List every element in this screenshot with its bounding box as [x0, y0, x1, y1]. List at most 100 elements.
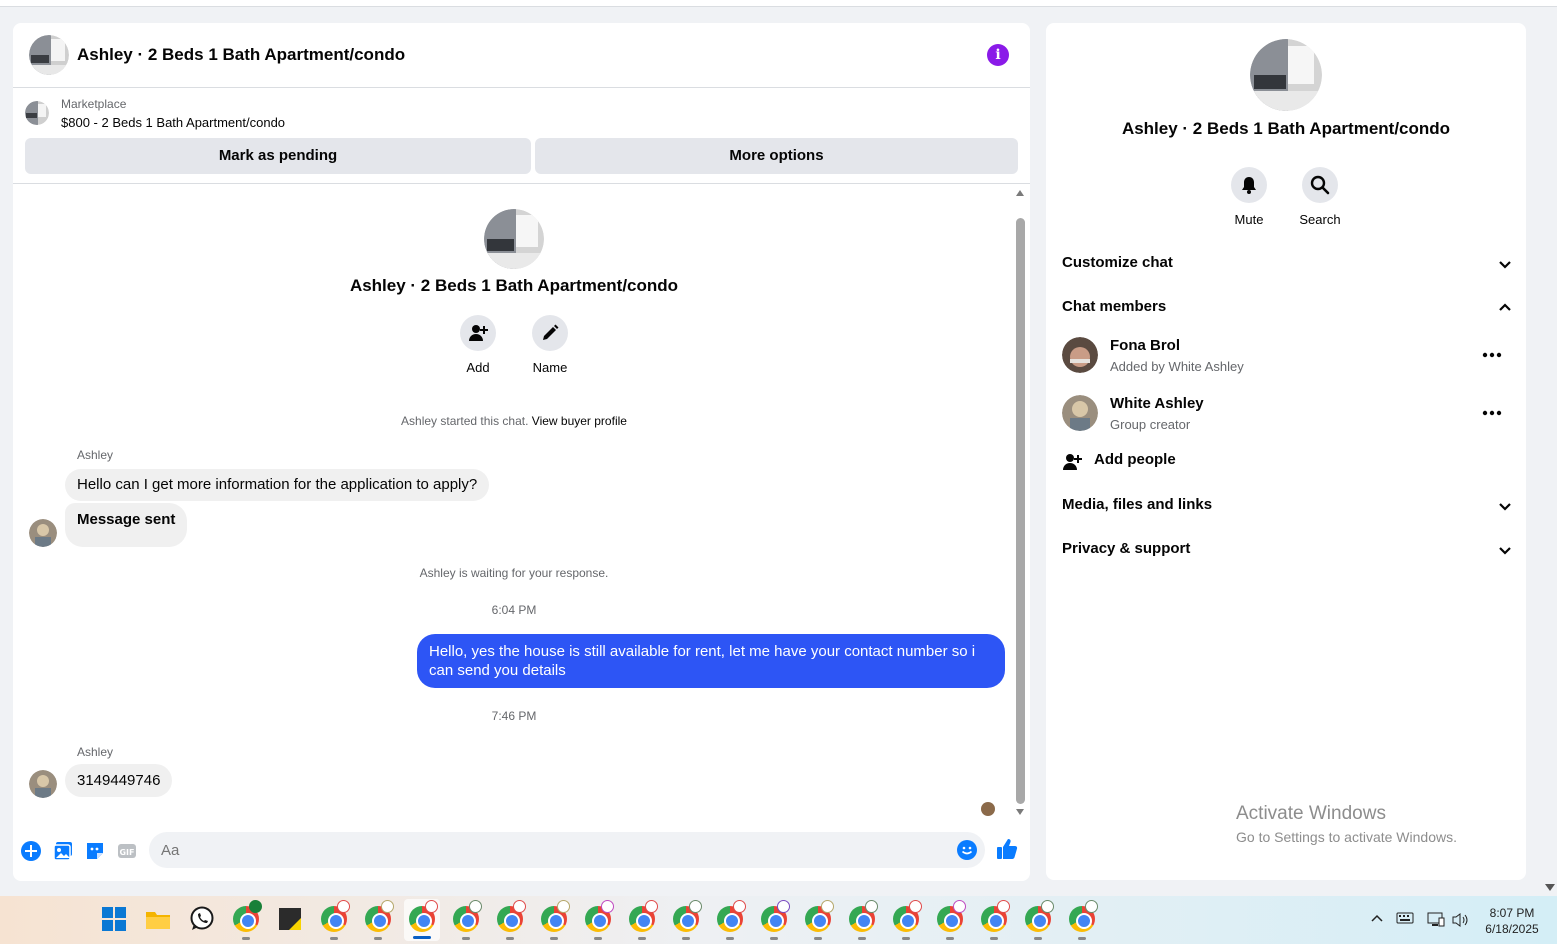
chrome-icon[interactable] — [453, 900, 482, 940]
chrome-icon[interactable] — [321, 900, 350, 940]
chevron-up-icon — [1499, 303, 1511, 311]
customize-chat-section[interactable]: Customize chat — [1062, 254, 1512, 271]
read-receipt-avatar — [981, 802, 995, 816]
privacy-support-section[interactable]: Privacy & support — [1062, 540, 1512, 557]
windows-start-icon[interactable] — [101, 906, 127, 932]
chrome-icon[interactable] — [541, 900, 570, 940]
chrome-icon[interactable] — [233, 900, 262, 940]
listing-title[interactable]: $800 - 2 Beds 1 Bath Apartment/condo — [61, 115, 285, 130]
divider — [13, 183, 1030, 184]
plus-icon[interactable] — [20, 840, 42, 862]
media-files-section[interactable]: Media, files and links — [1062, 496, 1512, 513]
mute-action[interactable]: Mute — [1219, 167, 1279, 227]
thumbs-up-icon[interactable] — [996, 838, 1018, 860]
chrome-icon[interactable] — [629, 900, 658, 940]
active-app-indicator — [413, 936, 431, 939]
chrome-icon[interactable] — [365, 900, 394, 940]
started-text: Ashley started this chat. — [401, 414, 529, 428]
add-person-icon[interactable] — [460, 315, 496, 351]
scroll-up-arrow[interactable] — [1016, 190, 1024, 196]
more-icon[interactable] — [1482, 341, 1502, 364]
listing-thumbnail[interactable] — [25, 101, 49, 125]
keyboard-icon[interactable] — [1396, 912, 1414, 924]
chrome-icon[interactable] — [409, 900, 438, 932]
gif-icon[interactable]: GIF — [116, 840, 138, 862]
add-person-icon[interactable] — [1062, 452, 1082, 472]
chrome-icon[interactable] — [893, 900, 922, 940]
group-avatar — [484, 209, 544, 269]
chat-panel: Ashley · 2 Beds 1 Bath Apartment/condo i… — [13, 23, 1030, 881]
more-icon[interactable] — [1482, 399, 1502, 422]
message-sent-bubble[interactable]: Message sent — [65, 503, 188, 547]
chat-avatar[interactable] — [29, 35, 69, 75]
emoji-icon[interactable] — [957, 840, 977, 860]
whatsapp-icon[interactable] — [189, 906, 215, 932]
chevron-up-icon[interactable] — [1370, 912, 1384, 924]
chat-members-label: Chat members — [1062, 298, 1167, 315]
incoming-message[interactable]: 3149449746 — [65, 764, 173, 797]
waiting-notice: Ashley is waiting for your response. — [419, 566, 609, 580]
browser-top-edge — [0, 0, 1557, 7]
ashley-avatar[interactable] — [29, 770, 57, 798]
search-icon[interactable] — [1302, 167, 1338, 203]
scrollbar-thumb[interactable] — [1016, 218, 1025, 804]
volume-icon[interactable] — [1452, 912, 1470, 928]
details-panel: Ashley · 2 Beds 1 Bath Apartment/condo M… — [1046, 23, 1526, 880]
chrome-icon[interactable] — [497, 900, 526, 940]
chat-members-section[interactable]: Chat members — [1062, 298, 1512, 315]
chat-started-notice: Ashley started this chat. View buyer pro… — [13, 414, 1015, 428]
sender-name: Ashley — [77, 745, 114, 759]
more-options-button[interactable]: More options — [535, 138, 1018, 174]
member-avatar[interactable] — [1062, 395, 1098, 431]
scroll-down-arrow[interactable] — [1016, 809, 1024, 815]
incoming-message[interactable]: Hello can I get more information for the… — [65, 469, 490, 501]
activate-windows-subtitle: Go to Settings to activate Windows. — [1236, 829, 1457, 845]
message-input[interactable] — [149, 832, 985, 868]
chrome-icon[interactable] — [1069, 900, 1098, 940]
network-icon[interactable] — [1427, 912, 1445, 928]
customize-chat-label: Customize chat — [1062, 254, 1173, 271]
page-scroll-down-arrow[interactable] — [1545, 884, 1555, 891]
conversation-title: Ashley · 2 Beds 1 Bath Apartment/condo — [349, 276, 679, 295]
pencil-icon[interactable] — [532, 315, 568, 351]
chat-title[interactable]: Ashley · 2 Beds 1 Bath Apartment/condo — [77, 45, 405, 65]
chrome-icon[interactable] — [981, 900, 1010, 940]
ashley-avatar[interactable] — [29, 519, 57, 547]
chrome-icon[interactable] — [585, 900, 614, 940]
bell-icon[interactable] — [1231, 167, 1267, 203]
add-label: Add — [466, 360, 490, 375]
info-icon[interactable]: i — [987, 44, 1009, 66]
sticky-notes-icon[interactable] — [277, 906, 303, 932]
chrome-icon[interactable] — [805, 900, 834, 940]
member-role: Added by White Ashley — [1110, 359, 1244, 374]
outgoing-message[interactable]: Hello, yes the house is still available … — [417, 634, 1005, 688]
chrome-icon[interactable] — [673, 900, 702, 940]
svg-text:GIF: GIF — [119, 848, 134, 857]
chevron-down-icon — [1499, 547, 1511, 555]
add-member-action[interactable]: Add — [443, 315, 513, 375]
chrome-icon[interactable] — [937, 900, 966, 940]
sticker-icon[interactable] — [84, 840, 106, 862]
photo-icon[interactable] — [52, 840, 74, 862]
member-role: Group creator — [1110, 417, 1191, 432]
mark-as-pending-button[interactable]: Mark as pending — [25, 138, 531, 174]
search-action[interactable]: Search — [1290, 167, 1350, 227]
chrome-icon[interactable] — [849, 900, 878, 940]
chevron-down-icon — [1499, 503, 1511, 511]
clock-time: 8:07 PM — [1489, 906, 1535, 920]
taskbar: 8:07 PM 6/18/2025 — [0, 896, 1557, 944]
search-label: Search — [1299, 212, 1341, 227]
chevron-down-icon — [1499, 261, 1511, 269]
view-buyer-profile-link[interactable]: View buyer profile — [532, 414, 627, 428]
add-people-button[interactable]: Add people — [1094, 451, 1176, 468]
member-name[interactable]: White Ashley — [1110, 395, 1204, 412]
member-avatar[interactable] — [1062, 337, 1098, 373]
member-name[interactable]: Fona Brol — [1110, 337, 1180, 354]
chrome-icon[interactable] — [761, 900, 790, 940]
chrome-icon[interactable] — [717, 900, 746, 940]
chrome-icon[interactable] — [1025, 900, 1054, 940]
file-explorer-icon[interactable] — [145, 906, 171, 932]
name-action[interactable]: Name — [515, 315, 585, 375]
privacy-support-label: Privacy & support — [1062, 540, 1191, 557]
system-clock[interactable]: 8:07 PM 6/18/2025 — [1472, 905, 1552, 937]
